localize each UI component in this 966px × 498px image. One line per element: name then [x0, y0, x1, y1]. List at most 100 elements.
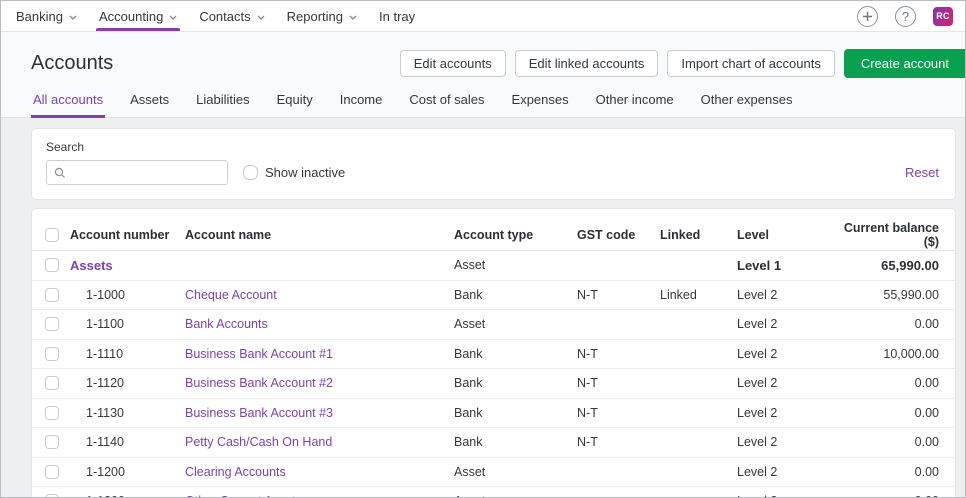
edit-accounts-button[interactable]: Edit accounts	[400, 50, 506, 77]
col-account-name: Account name	[185, 228, 454, 242]
current-balance-cell: 0.00	[828, 494, 955, 497]
col-current-balance: Current balance ($)	[828, 221, 955, 249]
nav-item-label: Accounting	[99, 9, 163, 24]
gst-code-cell: N-T	[577, 376, 660, 390]
row-checkbox[interactable]	[45, 347, 59, 361]
account-name-cell: Other Current Assets	[185, 494, 454, 497]
account-name-link[interactable]: Cheque Account	[185, 288, 277, 302]
table-row: 1-1000Cheque AccountBankN-TLinkedLevel 2…	[32, 281, 955, 311]
table-row: 1-1100Bank AccountsAssetLevel 20.00	[32, 310, 955, 340]
tab-equity[interactable]: Equity	[275, 88, 315, 118]
search-icon	[54, 167, 66, 179]
nav-item-reporting[interactable]: Reporting	[276, 1, 368, 31]
account-name-link[interactable]: Business Bank Account #2	[185, 376, 333, 390]
top-nav-right: ? RC	[857, 1, 965, 31]
help-icon[interactable]: ?	[895, 6, 916, 27]
page-body: Search Show inactive Reset Account numbe…	[1, 118, 965, 497]
tab-other-expenses[interactable]: Other expenses	[699, 88, 795, 118]
nav-item-label: Banking	[16, 9, 63, 24]
row-checkbox[interactable]	[45, 406, 59, 420]
level-cell: Level 2	[737, 465, 828, 479]
gst-code-cell: N-T	[577, 288, 660, 302]
edit-linked-accounts-button[interactable]: Edit linked accounts	[515, 50, 659, 77]
table-row: 1-1140Petty Cash/Cash On HandBankN-TLeve…	[32, 428, 955, 458]
row-checkbox[interactable]	[45, 258, 59, 272]
nav-item-in-tray[interactable]: In tray	[368, 1, 426, 31]
row-checkbox[interactable]	[45, 465, 59, 479]
account-type-cell: Asset	[454, 494, 577, 497]
account-name-cell: Business Bank Account #2	[185, 376, 454, 390]
current-balance-cell: 0.00	[828, 376, 955, 390]
account-group-link[interactable]: Assets	[70, 258, 113, 273]
account-name-cell: Bank Accounts	[185, 317, 454, 331]
tab-expenses[interactable]: Expenses	[510, 88, 571, 118]
tab-liabilities[interactable]: Liabilities	[194, 88, 251, 118]
table-row: 1-1120Business Bank Account #2BankN-TLev…	[32, 369, 955, 399]
account-name-link[interactable]: Business Bank Account #3	[185, 406, 333, 420]
account-name-cell: Business Bank Account #3	[185, 406, 454, 420]
add-icon[interactable]	[857, 6, 878, 27]
tab-assets[interactable]: Assets	[128, 88, 171, 118]
show-inactive-toggle[interactable]: Show inactive	[243, 165, 345, 180]
row-checkbox[interactable]	[45, 317, 59, 331]
chevron-down-icon	[169, 15, 177, 20]
app-window: Banking Accounting Contacts Reporting In tra…	[0, 0, 966, 498]
gst-code-cell: N-T	[577, 406, 660, 420]
account-name-link[interactable]: Clearing Accounts	[185, 465, 286, 479]
table-header-row: Account number Account name Account type…	[32, 219, 955, 251]
nav-item-label: Contacts	[199, 9, 250, 24]
row-checkbox[interactable]	[45, 494, 59, 497]
account-name-cell: Clearing Accounts	[185, 465, 454, 479]
account-name-link[interactable]: Other Current Assets	[185, 494, 302, 497]
level-cell: Level 1	[737, 258, 828, 273]
level-cell: Level 2	[737, 406, 828, 420]
tab-income[interactable]: Income	[338, 88, 385, 118]
current-balance-cell: 55,990.00	[828, 288, 955, 302]
nav-item-banking[interactable]: Banking	[5, 1, 88, 31]
nav-item-contacts[interactable]: Contacts	[188, 1, 275, 31]
nav-item-accounting[interactable]: Accounting	[88, 1, 188, 31]
account-name-link[interactable]: Bank Accounts	[185, 317, 268, 331]
account-name-cell: Business Bank Account #1	[185, 347, 454, 361]
tab-all-accounts[interactable]: All accounts	[31, 88, 105, 118]
user-avatar[interactable]: RC	[933, 7, 953, 26]
account-number-cell: 1-1110	[70, 347, 185, 361]
page-title: Accounts	[31, 52, 113, 75]
current-balance-cell: 0.00	[828, 465, 955, 479]
import-chart-of-accounts-button[interactable]: Import chart of accounts	[667, 50, 834, 77]
primary-nav-items: Banking Accounting Contacts Reporting In tra…	[5, 1, 426, 31]
tab-other-income[interactable]: Other income	[594, 88, 676, 118]
linked-cell: Linked	[660, 288, 737, 302]
account-name-link[interactable]: Petty Cash/Cash On Hand	[185, 435, 332, 449]
search-input[interactable]	[72, 166, 220, 180]
current-balance-cell: 0.00	[828, 406, 955, 420]
select-all-checkbox[interactable]	[45, 228, 59, 242]
create-account-button[interactable]: Create account	[844, 49, 966, 78]
account-name-link[interactable]: Business Bank Account #1	[185, 347, 333, 361]
row-checkbox[interactable]	[45, 376, 59, 390]
table-row: 1-1200Clearing AccountsAssetLevel 20.00	[32, 458, 955, 488]
table-row: 1-1300Other Current AssetsAssetLevel 20.…	[32, 487, 955, 497]
nav-item-label: In tray	[379, 9, 415, 24]
account-number-cell: 1-1000	[70, 288, 185, 302]
gst-code-cell: N-T	[577, 435, 660, 449]
current-balance-cell: 65,990.00	[828, 258, 955, 273]
tab-cost-of-sales[interactable]: Cost of sales	[407, 88, 486, 118]
row-checkbox[interactable]	[45, 435, 59, 449]
gst-code-cell: N-T	[577, 347, 660, 361]
table-body: Assets Asset Level 165,990.00 1-1000Cheque …	[32, 251, 955, 497]
filter-card: Search Show inactive Reset	[31, 128, 956, 200]
account-number-cell: Assets	[70, 258, 185, 273]
show-inactive-checkbox[interactable]	[243, 165, 258, 180]
level-cell: Level 2	[737, 435, 828, 449]
account-type-cell: Asset	[454, 258, 577, 272]
account-type-cell: Asset	[454, 317, 577, 331]
col-gst-code: GST code	[577, 228, 660, 242]
reset-link[interactable]: Reset	[905, 165, 941, 180]
row-checkbox[interactable]	[45, 288, 59, 302]
account-type-cell: Bank	[454, 435, 577, 449]
account-type-cell: Bank	[454, 406, 577, 420]
chevron-down-icon	[349, 15, 357, 20]
account-name-cell: Cheque Account	[185, 288, 454, 302]
col-level: Level	[737, 228, 828, 242]
